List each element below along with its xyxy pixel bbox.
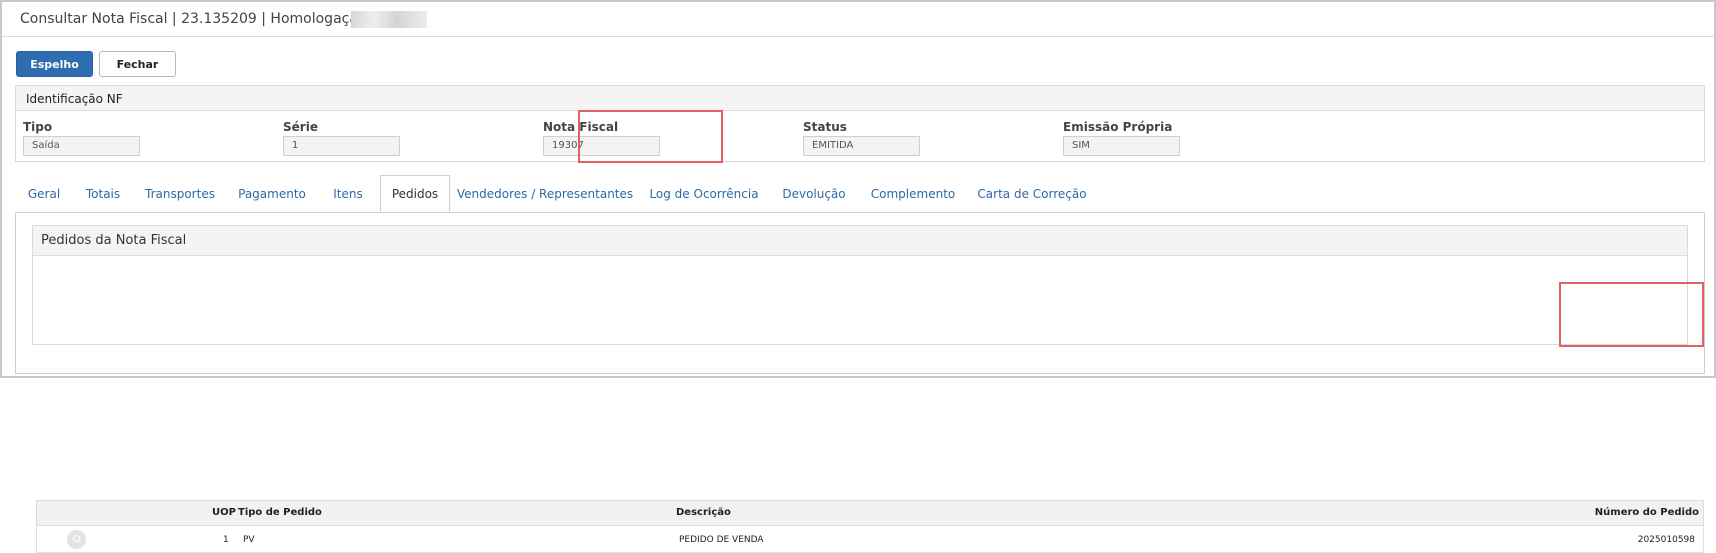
row-tipo-pedido: PV [243, 535, 255, 545]
tab-pedidos[interactable]: Pedidos [380, 175, 450, 213]
column-header-numero-pedido[interactable]: Número do Pedido [1595, 507, 1699, 518]
search-icon[interactable] [67, 530, 86, 549]
tab-devolucao[interactable]: Devolução [769, 175, 859, 213]
tab-geral[interactable]: Geral [15, 175, 73, 213]
tab-carta-de-correcao[interactable]: Carta de Correção [967, 175, 1097, 213]
tab-transportes[interactable]: Transportes [133, 175, 227, 213]
status-label: Status [803, 120, 847, 134]
redacted-user-block [351, 11, 427, 28]
row-uop: 1 [223, 535, 229, 545]
nota-fiscal-highlight [578, 110, 723, 163]
title-bar: Consultar Nota Fiscal | 23.135209 | Homo… [2, 2, 1714, 37]
row-numero-pedido: 2025010598 [1637, 535, 1695, 545]
table-row[interactable]: 1 PV PEDIDO DE VENDA 2025010598 [36, 526, 1704, 553]
tipo-field: Saída [23, 136, 140, 156]
tipo-label: Tipo [23, 120, 53, 134]
tab-vendedores-representantes[interactable]: Vendedores / Representantes [451, 175, 639, 213]
status-field: EMITIDA [803, 136, 920, 156]
numero-pedido-highlight [1559, 282, 1704, 347]
identificacao-panel: Identificação NF Tipo Saída Série 1 Nota… [15, 85, 1705, 162]
emissao-propria-label: Emissão Própria [1063, 120, 1173, 134]
tab-log-de-ocorrencia[interactable]: Log de Ocorrência [639, 175, 769, 213]
fechar-button[interactable]: Fechar [99, 51, 176, 77]
column-header-descricao[interactable]: Descrição [676, 507, 731, 518]
serie-label: Série [283, 120, 318, 134]
serie-field: 1 [283, 136, 400, 156]
identificacao-header: Identificação NF [16, 86, 1704, 111]
pedidos-panel-title: Pedidos da Nota Fiscal [33, 226, 1687, 256]
tab-totais[interactable]: Totais [73, 175, 133, 213]
row-descricao: PEDIDO DE VENDA [679, 535, 764, 545]
tab-itens[interactable]: Itens [317, 175, 379, 213]
tab-pagamento[interactable]: Pagamento [227, 175, 317, 213]
pedidos-table-header: UOP Tipo de Pedido Descrição Número do P… [36, 500, 1704, 526]
pedidos-panel: Pedidos da Nota Fiscal [32, 225, 1688, 345]
column-header-uop[interactable]: UOP [212, 507, 236, 518]
page-title: Consultar Nota Fiscal | 23.135209 | Homo… [20, 11, 376, 27]
emissao-propria-field: SIM [1063, 136, 1180, 156]
column-header-tipo-pedido[interactable]: Tipo de Pedido [238, 507, 322, 518]
tab-complemento[interactable]: Complemento [859, 175, 967, 213]
espelho-button[interactable]: Espelho [16, 51, 93, 77]
tab-content-pedidos: Pedidos da Nota Fiscal UOP Tipo de Pedid… [15, 212, 1705, 553]
